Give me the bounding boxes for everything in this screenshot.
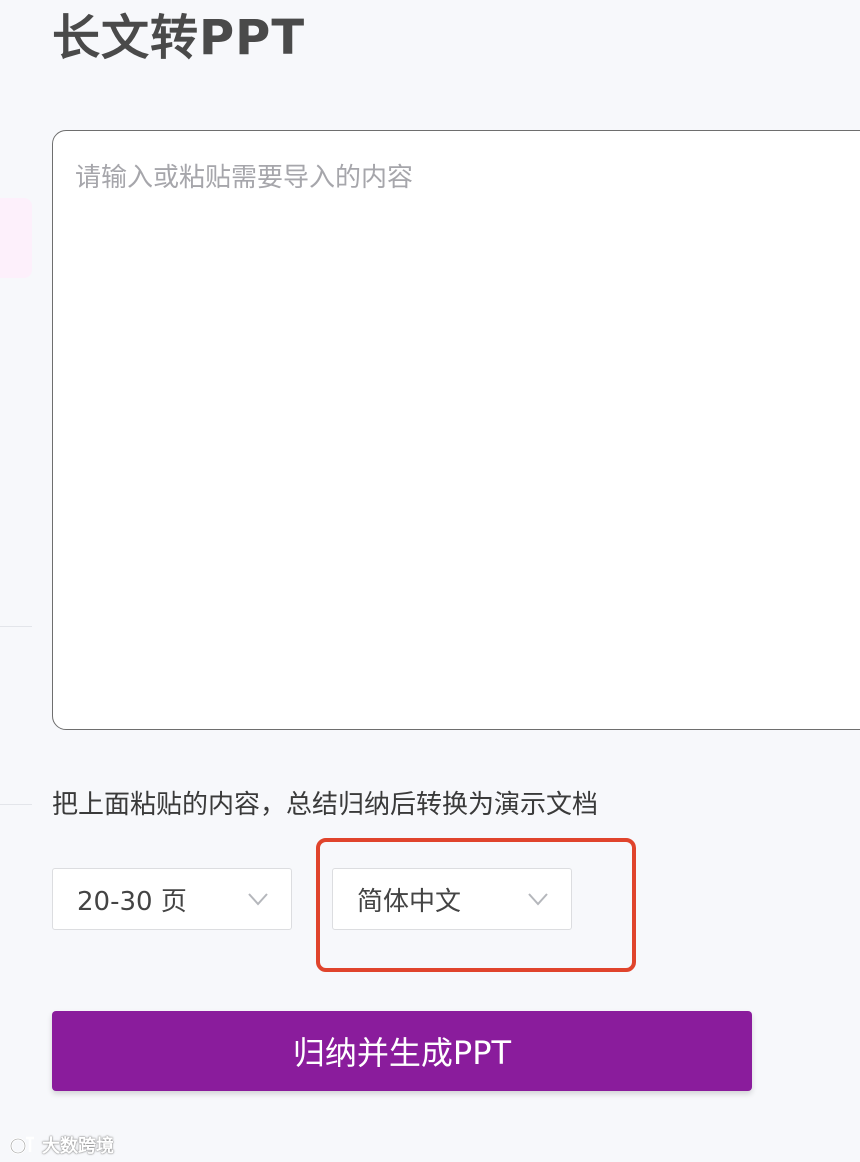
sidebar-divider — [0, 804, 32, 805]
chevron-down-icon — [248, 893, 268, 906]
sidebar-divider — [0, 626, 32, 627]
watermark: 大数跨境 — [8, 1132, 114, 1158]
page-range-select[interactable]: 20-30 页 — [52, 868, 292, 930]
watermark-text: 大数跨境 — [42, 1136, 114, 1157]
sidebar-active-item[interactable] — [0, 198, 32, 278]
logo-icon — [9, 1136, 34, 1155]
language-value: 简体中文 — [357, 886, 462, 917]
page-range-value: 20-30 页 — [77, 886, 187, 917]
chevron-down-icon — [528, 893, 548, 906]
language-select[interactable]: 简体中文 — [332, 868, 572, 930]
page: 长文转PPT 把上面粘贴的内容，总结归纳后转换为演示文档 20-30 页 简体中… — [0, 0, 860, 1162]
content-input[interactable] — [52, 130, 860, 730]
generate-ppt-button[interactable]: 归纳并生成PPT — [52, 1011, 752, 1091]
page-title: 长文转PPT — [52, 10, 306, 66]
description-text: 把上面粘贴的内容，总结归纳后转换为演示文档 — [52, 790, 599, 820]
